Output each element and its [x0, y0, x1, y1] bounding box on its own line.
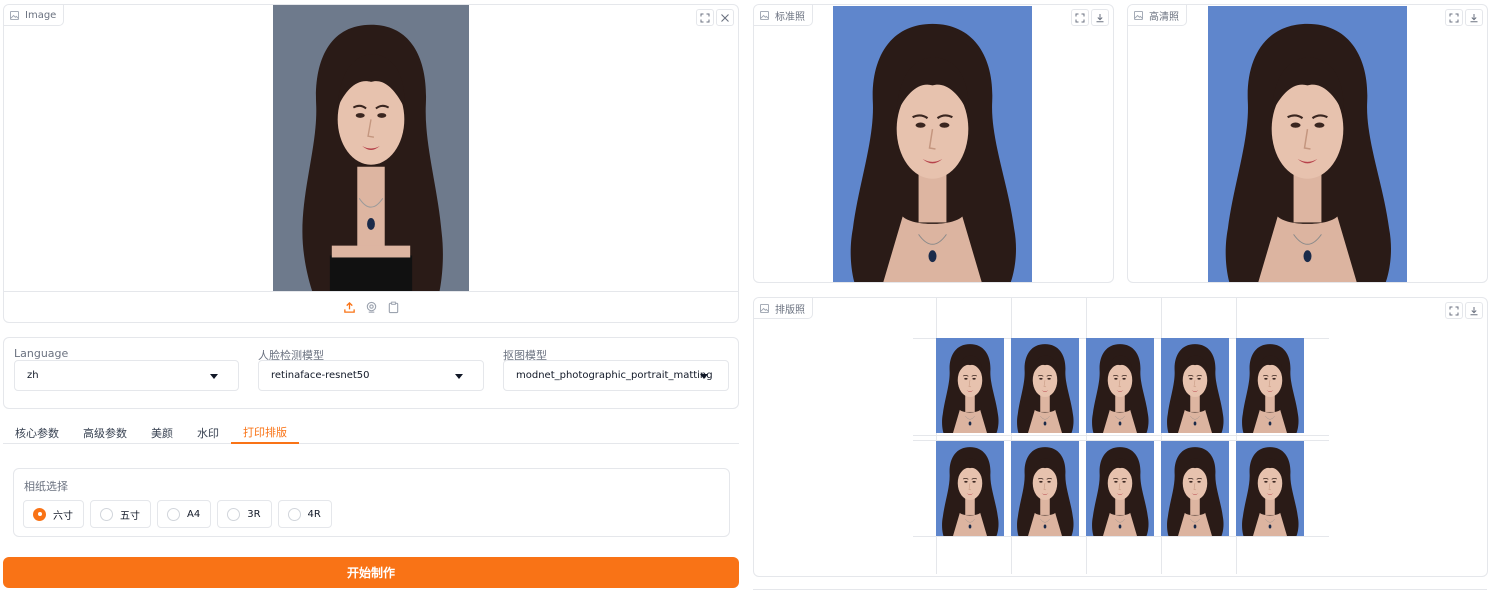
paper-selection-label: 相纸选择: [24, 480, 68, 493]
tab-print-layout[interactable]: 打印排版: [231, 421, 299, 444]
paper-option-label: 3R: [247, 508, 261, 520]
paper-option-4r[interactable]: 4R: [277, 500, 332, 528]
layout-photo-panel: 排版照: [753, 297, 1488, 577]
chevron-down-icon: [455, 374, 463, 379]
paper-option-label: A4: [187, 508, 201, 520]
layout-thumbnail: [1236, 338, 1304, 433]
radio-checked-icon: [33, 507, 46, 521]
fullscreen-button[interactable]: [1071, 9, 1089, 26]
layout-photo-label: 排版照: [754, 298, 813, 319]
standard-photo-controls: [1071, 9, 1109, 26]
fullscreen-button[interactable]: [696, 9, 714, 26]
paper-option-a4[interactable]: A4: [157, 500, 212, 528]
layout-sheet-image: [913, 298, 1329, 574]
standard-photo-label-text: 标准照: [775, 11, 805, 23]
matting-model-select[interactable]: modnet_photographic_portrait_matting: [503, 360, 729, 391]
layout-thumbnail: [1236, 441, 1304, 536]
settings-row: Language zh 人脸检测模型 retinaface-resnet50 抠…: [3, 337, 739, 409]
paper-options: 六寸 五寸 A4 3R 4R: [23, 500, 332, 528]
radio-unchecked-icon: [287, 507, 301, 521]
image-source-bar: [4, 291, 738, 322]
paper-option-label: 4R: [307, 508, 321, 520]
fullscreen-button[interactable]: [1445, 302, 1463, 319]
paper-option-3r[interactable]: 3R: [217, 500, 272, 528]
fullscreen-icon: [1449, 306, 1459, 315]
layout-photo-controls: [1445, 302, 1483, 319]
fullscreen-icon: [700, 13, 710, 22]
fullscreen-icon: [1075, 13, 1085, 22]
standard-photo-label: 标准照: [754, 5, 813, 26]
hd-photo-image: [1208, 6, 1407, 283]
image-icon: [760, 303, 769, 313]
layout-photo-label-text: 排版照: [775, 304, 805, 316]
fullscreen-icon: [1449, 13, 1459, 22]
layout-thumbnail: [1011, 441, 1079, 536]
download-button[interactable]: [1465, 302, 1483, 319]
tab-advanced-params[interactable]: 高级参数: [71, 421, 139, 444]
input-image-controls: [696, 9, 734, 26]
clipboard-icon[interactable]: [387, 301, 400, 314]
image-icon: [760, 10, 769, 20]
input-image-label-text: Image: [25, 9, 57, 21]
matting-model-value: modnet_photographic_portrait_matting: [516, 370, 713, 381]
standard-photo-panel: 标准照: [753, 4, 1114, 283]
chevron-down-icon: [700, 374, 708, 379]
paper-option-label: 六寸: [53, 510, 73, 522]
language-value: zh: [27, 370, 39, 381]
layout-thumbnail: [936, 441, 1004, 536]
chevron-down-icon: [210, 374, 218, 379]
upload-icon[interactable]: [343, 301, 356, 314]
layout-thumbnail: [1086, 441, 1154, 536]
hd-photo-controls: [1445, 9, 1483, 26]
download-icon: [1470, 13, 1478, 22]
radio-unchecked-icon: [167, 507, 180, 521]
language-field: Language: [14, 347, 68, 360]
close-icon: [721, 13, 729, 22]
layout-thumbnail: [1011, 338, 1079, 433]
language-label: Language: [14, 347, 69, 360]
hd-photo-label: 高清照: [1128, 5, 1187, 26]
download-icon: [1470, 306, 1478, 315]
tab-beauty[interactable]: 美颜: [139, 421, 185, 444]
paper-option-6inch[interactable]: 六寸: [23, 500, 84, 528]
tab-watermark[interactable]: 水印: [185, 421, 231, 444]
divider: [753, 589, 1487, 590]
radio-unchecked-icon: [100, 507, 113, 521]
start-button[interactable]: 开始制作: [3, 557, 739, 588]
input-image-panel[interactable]: Image: [3, 4, 739, 323]
layout-thumbnail: [1161, 338, 1229, 433]
download-button[interactable]: [1465, 9, 1483, 26]
image-icon: [1134, 10, 1143, 20]
layout-thumbnail: [1161, 441, 1229, 536]
radio-unchecked-icon: [227, 507, 241, 521]
webcam-icon[interactable]: [365, 301, 378, 314]
layout-thumbnail: [1086, 338, 1154, 433]
tab-core-params[interactable]: 核心参数: [3, 421, 71, 444]
parameter-tabs: 核心参数 高级参数 美颜 水印 打印排版: [3, 421, 739, 444]
hd-photo-panel: 高清照: [1127, 4, 1488, 283]
language-select[interactable]: zh: [14, 360, 239, 391]
image-icon: [10, 10, 19, 20]
hd-photo-label-text: 高清照: [1149, 11, 1179, 23]
clear-image-button[interactable]: [716, 9, 734, 26]
paper-option-label: 五寸: [120, 510, 140, 522]
layout-thumbnail: [936, 338, 1004, 433]
paper-selection-group: 相纸选择 六寸 五寸 A4 3R 4R: [13, 468, 730, 537]
download-icon: [1096, 13, 1104, 22]
input-image-label: Image: [4, 5, 65, 26]
input-portrait-image: [273, 5, 469, 291]
standard-photo-image: [833, 6, 1032, 283]
paper-option-5inch[interactable]: 五寸: [90, 500, 151, 528]
face-model-value: retinaface-resnet50: [271, 370, 370, 381]
face-model-select[interactable]: retinaface-resnet50: [258, 360, 484, 391]
download-button[interactable]: [1091, 9, 1109, 26]
fullscreen-button[interactable]: [1445, 9, 1463, 26]
